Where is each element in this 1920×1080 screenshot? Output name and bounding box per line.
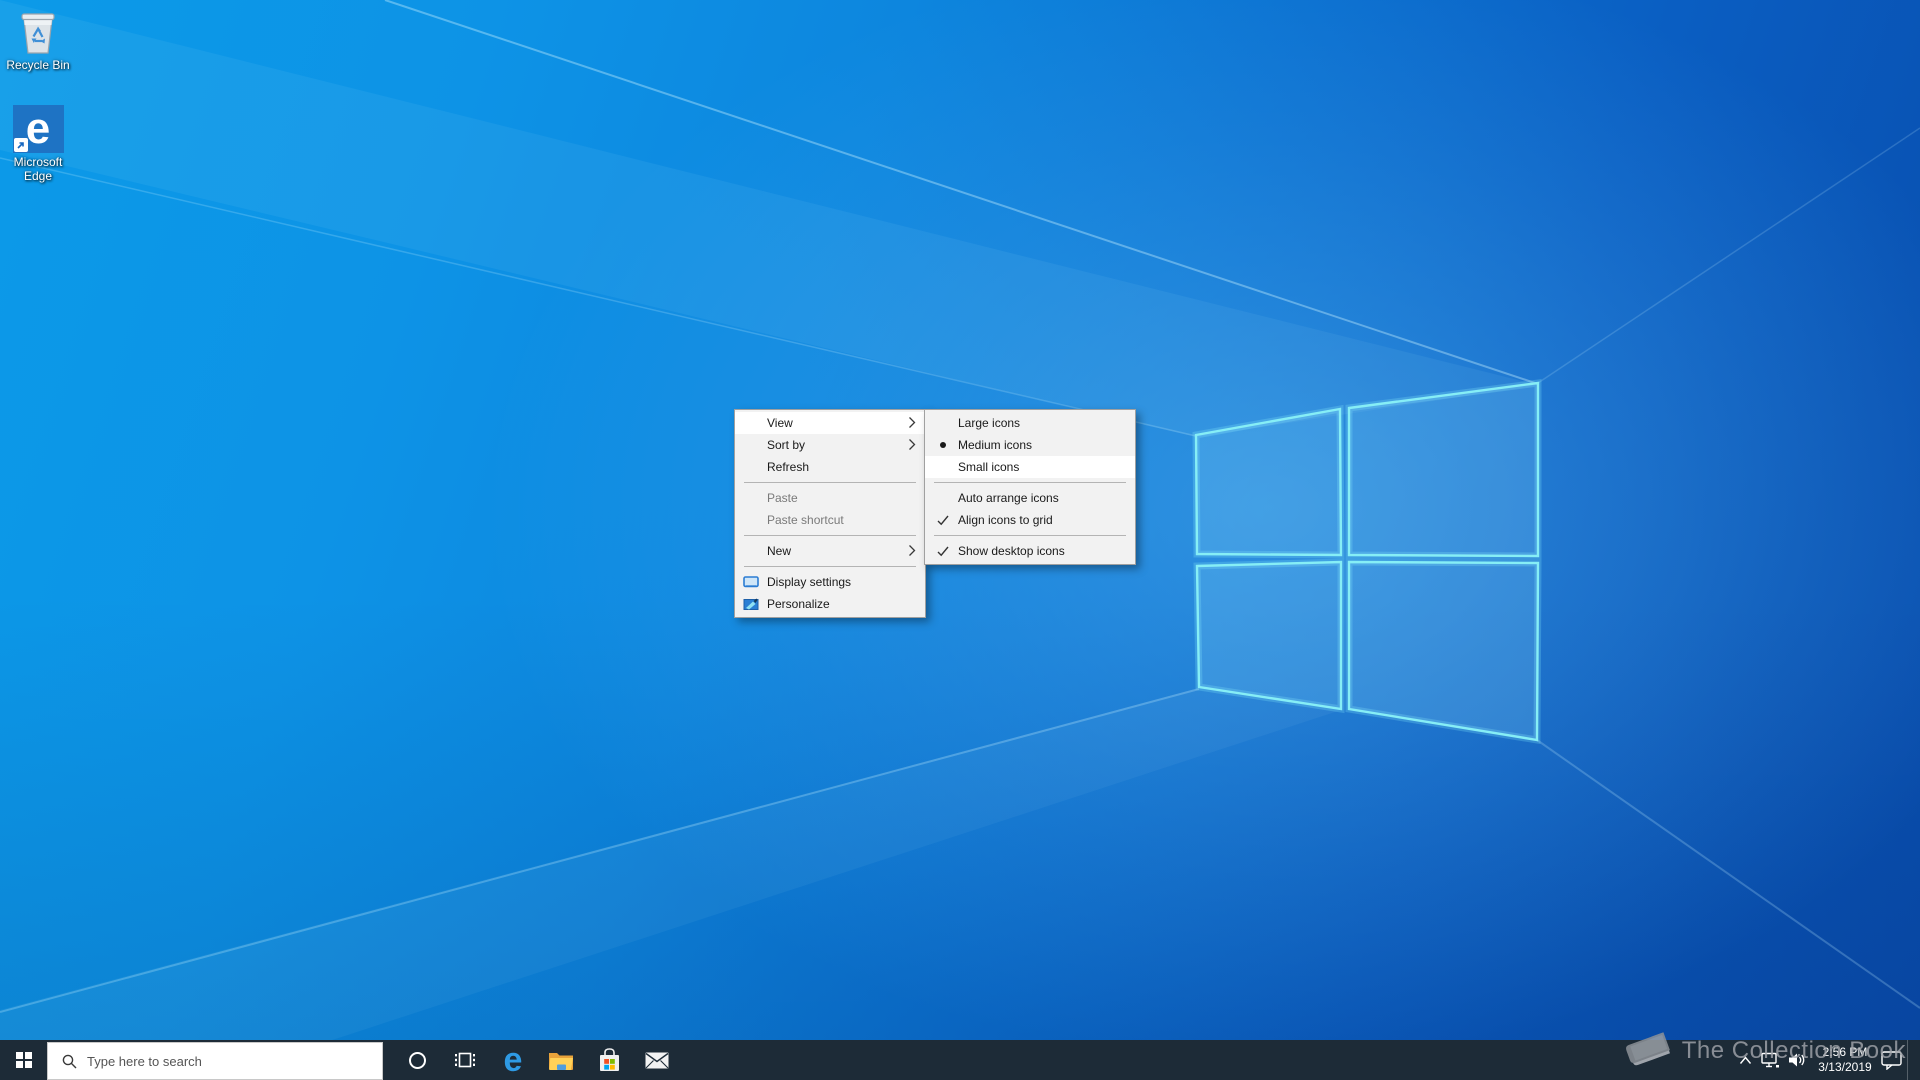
menu-separator bbox=[744, 566, 916, 567]
chevron-right-icon bbox=[908, 544, 916, 560]
submenu-item-large-icons[interactable]: Large icons bbox=[925, 412, 1135, 434]
menu-item-view-label: View bbox=[767, 416, 793, 430]
clock-time: 2:56 PM bbox=[1822, 1045, 1868, 1059]
menu-item-new-label: New bbox=[767, 544, 792, 558]
task-view-icon bbox=[455, 1052, 475, 1068]
menu-item-sort-by[interactable]: Sort by bbox=[735, 434, 925, 456]
network-tray-button[interactable] bbox=[1757, 1040, 1784, 1080]
submenu-item-small-icons[interactable]: Small icons bbox=[925, 456, 1135, 478]
file-explorer-icon bbox=[549, 1052, 573, 1070]
volume-icon bbox=[1789, 1053, 1805, 1067]
desktop-context-menu: View Sort by Refresh Paste Paste shortcu… bbox=[734, 409, 926, 618]
taskbar-search[interactable] bbox=[47, 1042, 383, 1080]
submenu-item-medium-icons[interactable]: Medium icons bbox=[925, 434, 1135, 456]
cortana-icon bbox=[408, 1051, 426, 1069]
taskbar: e bbox=[0, 1040, 1920, 1080]
action-center-button[interactable] bbox=[1876, 1040, 1906, 1080]
submenu-item-show-desktop-icons[interactable]: Show desktop icons bbox=[925, 540, 1135, 562]
menu-item-paste-shortcut[interactable]: Paste shortcut bbox=[735, 509, 925, 531]
view-submenu: Large icons Medium icons Small icons Aut… bbox=[924, 409, 1136, 565]
radio-selected-icon bbox=[935, 437, 951, 453]
hidden-icons-button[interactable] bbox=[1733, 1040, 1757, 1080]
clock-date: 3/13/2019 bbox=[1818, 1060, 1872, 1074]
menu-separator bbox=[934, 482, 1126, 483]
submenu-item-small-icons-label: Small icons bbox=[958, 460, 1020, 474]
menu-item-display-settings[interactable]: Display settings bbox=[735, 571, 925, 593]
submenu-item-auto-arrange-icons[interactable]: Auto arrange icons bbox=[925, 487, 1135, 509]
file-explorer-button[interactable] bbox=[537, 1040, 585, 1080]
submenu-item-medium-icons-label: Medium icons bbox=[958, 438, 1033, 452]
desktop-icon-recycle-bin[interactable]: Recycle Bin bbox=[0, 8, 76, 72]
menu-item-personalize-label: Personalize bbox=[767, 597, 830, 611]
menu-item-paste-shortcut-label: Paste shortcut bbox=[767, 513, 844, 527]
start-button[interactable] bbox=[0, 1040, 48, 1080]
menu-separator bbox=[744, 482, 916, 483]
volume-tray-button[interactable] bbox=[1784, 1040, 1811, 1080]
edge-icon: e bbox=[503, 1041, 523, 1079]
edge-tile: e bbox=[12, 105, 64, 153]
search-icon bbox=[62, 1054, 77, 1068]
desktop-screen: Recycle Bin e Microsoft Edge View Sort b… bbox=[0, 0, 1920, 1080]
submenu-item-show-desktop-icons-label: Show desktop icons bbox=[958, 544, 1065, 558]
store-button[interactable] bbox=[585, 1040, 633, 1080]
menu-item-paste-label: Paste bbox=[767, 491, 798, 505]
cortana-button[interactable] bbox=[393, 1040, 441, 1080]
edge-label-line1: Microsoft bbox=[13, 155, 63, 169]
shortcut-arrow-icon bbox=[13, 138, 28, 152]
submenu-item-large-icons-label: Large icons bbox=[958, 416, 1021, 430]
menu-item-personalize[interactable]: Personalize bbox=[735, 593, 925, 615]
menu-item-refresh[interactable]: Refresh bbox=[735, 456, 925, 478]
search-input[interactable] bbox=[87, 1053, 382, 1069]
tray-clock[interactable]: 2:56 PM 3/13/2019 bbox=[1812, 1040, 1878, 1080]
task-view-button[interactable] bbox=[441, 1040, 489, 1080]
mail-button[interactable] bbox=[633, 1040, 681, 1080]
network-icon bbox=[1761, 1052, 1779, 1068]
recycle-bin-label: Recycle Bin bbox=[6, 58, 70, 72]
display-icon bbox=[743, 574, 759, 593]
windows-start-icon bbox=[16, 1052, 32, 1068]
recycle-bin-icon bbox=[21, 13, 55, 54]
submenu-item-align-icons-to-grid-label: Align icons to grid bbox=[958, 513, 1053, 527]
chevron-right-icon bbox=[908, 416, 916, 432]
menu-separator bbox=[934, 535, 1126, 536]
submenu-item-align-icons-to-grid[interactable]: Align icons to grid bbox=[925, 509, 1135, 531]
edge-label-line2: Edge bbox=[23, 169, 53, 183]
menu-item-paste[interactable]: Paste bbox=[735, 487, 925, 509]
desktop-icon-microsoft-edge[interactable]: e Microsoft Edge bbox=[0, 105, 76, 183]
checkmark-icon bbox=[935, 512, 951, 528]
store-icon bbox=[599, 1048, 619, 1071]
edge-taskbar-button[interactable]: e bbox=[489, 1040, 537, 1080]
menu-item-new[interactable]: New bbox=[735, 540, 925, 562]
submenu-item-auto-arrange-icons-label: Auto arrange icons bbox=[958, 491, 1059, 505]
show-desktop-button[interactable] bbox=[1907, 1040, 1920, 1080]
chevron-right-icon bbox=[908, 438, 916, 454]
checkmark-icon bbox=[935, 543, 951, 559]
menu-item-display-settings-label: Display settings bbox=[767, 575, 852, 589]
chevron-up-icon bbox=[1739, 1055, 1751, 1064]
menu-item-view[interactable]: View bbox=[735, 412, 925, 434]
menu-item-sort-by-label: Sort by bbox=[767, 438, 806, 452]
menu-item-refresh-label: Refresh bbox=[767, 460, 810, 474]
personalize-icon bbox=[743, 596, 759, 615]
action-center-icon bbox=[1880, 1050, 1902, 1070]
mail-icon bbox=[645, 1052, 669, 1068]
menu-separator bbox=[744, 535, 916, 536]
